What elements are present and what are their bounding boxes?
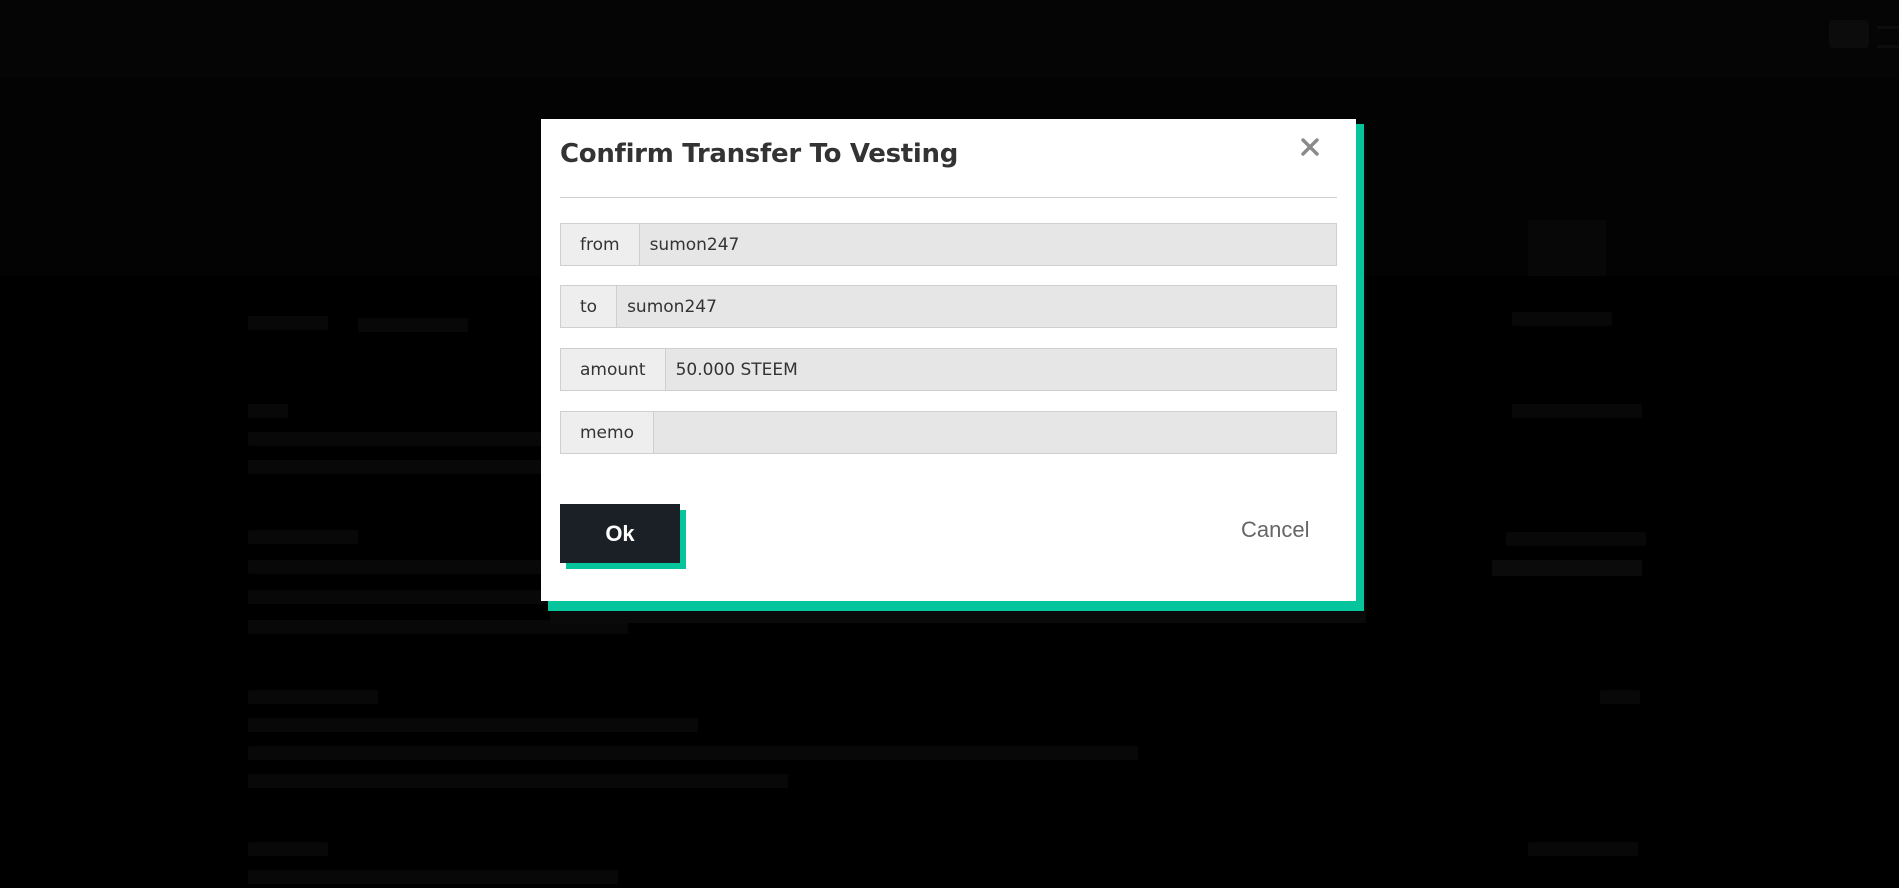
bg-text — [248, 590, 548, 604]
from-label: from — [561, 224, 640, 265]
bg-text — [1506, 532, 1646, 546]
bg-text — [248, 460, 548, 474]
to-label: to — [561, 286, 618, 327]
bg-text — [1492, 560, 1642, 576]
bg-text — [1528, 842, 1638, 856]
site-header — [0, 0, 1899, 78]
menu-icon — [1877, 26, 1899, 48]
ok-button[interactable]: Ok — [560, 504, 680, 563]
from-field: from — [560, 223, 1337, 266]
ok-button-wrap: Ok — [560, 504, 686, 570]
bg-text — [1600, 690, 1640, 704]
bg-text — [248, 316, 328, 330]
close-icon — [1301, 138, 1319, 156]
memo-input[interactable] — [653, 412, 1336, 453]
bg-text — [248, 404, 288, 418]
to-field: to — [560, 285, 1337, 328]
header-button — [1829, 20, 1869, 48]
memo-field: memo — [560, 411, 1337, 454]
title-divider — [560, 197, 1337, 198]
bg-text — [248, 870, 618, 884]
cancel-button[interactable]: Cancel — [1241, 517, 1309, 543]
bg-text — [1512, 404, 1642, 418]
confirm-transfer-dialog: Confirm Transfer To Vesting from to amou… — [541, 119, 1356, 601]
to-input[interactable] — [617, 286, 1336, 327]
bg-text — [248, 842, 328, 856]
amount-label: amount — [561, 349, 666, 390]
amount-field: amount — [560, 348, 1337, 391]
bg-text — [248, 560, 548, 574]
bg-text — [248, 432, 548, 446]
bg-text — [358, 318, 468, 332]
bg-text — [248, 690, 378, 704]
bg-text — [1512, 312, 1612, 326]
close-button[interactable] — [1296, 133, 1324, 161]
bg-text — [248, 774, 788, 788]
amount-input[interactable] — [665, 349, 1336, 390]
memo-label: memo — [561, 412, 654, 453]
bg-text — [248, 530, 358, 544]
bg-text — [248, 746, 1138, 760]
bg-text — [248, 718, 698, 732]
active-tab — [1528, 220, 1606, 276]
from-input[interactable] — [639, 224, 1336, 265]
dialog-title: Confirm Transfer To Vesting — [560, 139, 959, 169]
